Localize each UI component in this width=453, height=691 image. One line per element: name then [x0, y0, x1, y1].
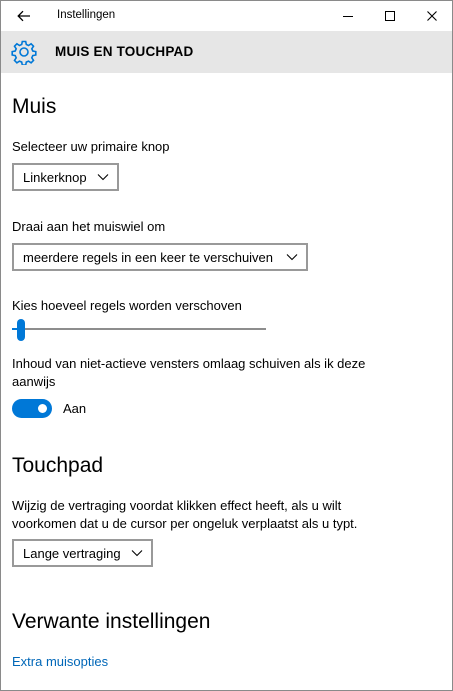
- page-header: MUIS EN TOUCHPAD: [1, 31, 452, 73]
- back-button[interactable]: [7, 4, 41, 28]
- chevron-down-icon: [131, 550, 143, 557]
- primary-button-label: Selecteer uw primaire knop: [12, 139, 170, 154]
- section-heading-related: Verwante instellingen: [12, 610, 211, 633]
- wheel-label: Draai aan het muiswiel om: [12, 219, 166, 234]
- lines-slider-thumb[interactable]: [17, 319, 26, 341]
- extra-mouse-options-link[interactable]: Extra muisopties: [12, 654, 108, 669]
- inactive-scroll-toggle[interactable]: [12, 399, 52, 418]
- wheel-dropdown[interactable]: meerdere regels in een keer te verschuiv…: [12, 243, 308, 271]
- close-icon: [427, 11, 437, 21]
- toggle-knob: [38, 404, 47, 413]
- window-title: Instellingen: [57, 9, 116, 21]
- section-heading-touchpad: Touchpad: [12, 454, 104, 477]
- touchpad-delay-dropdown[interactable]: Lange vertraging: [12, 539, 153, 567]
- primary-button-value: Linkerknop: [23, 169, 87, 185]
- lines-label: Kies hoeveel regels worden verschoven: [12, 298, 242, 313]
- chevron-down-icon: [286, 254, 298, 261]
- maximize-button[interactable]: [367, 1, 413, 31]
- maximize-icon: [385, 11, 395, 21]
- title-bar: Instellingen: [1, 1, 452, 31]
- inactive-scroll-label-line1: Inhoud van niet-actieve vensters omlaag …: [12, 356, 366, 371]
- page-title: MUIS EN TOUCHPAD: [55, 44, 194, 59]
- settings-window: Instellingen MUIS EN TOUCHPAD Muis Selec…: [0, 0, 453, 691]
- minimize-button[interactable]: [325, 1, 371, 31]
- close-button[interactable]: [409, 1, 452, 31]
- touchpad-delay-value: Lange vertraging: [23, 545, 121, 561]
- primary-button-dropdown[interactable]: Linkerknop: [12, 163, 119, 191]
- minimize-icon: [343, 16, 353, 17]
- chevron-down-icon: [97, 174, 109, 181]
- lines-slider-track[interactable]: [12, 328, 266, 330]
- section-heading-muis: Muis: [12, 95, 57, 118]
- wheel-value: meerdere regels in een keer te verschuiv…: [23, 249, 274, 265]
- toggle-state-label: Aan: [63, 401, 87, 416]
- touchpad-description-line1: Wijzig de vertraging voordat klikken eff…: [12, 498, 342, 513]
- inactive-scroll-label-line2: aanwijs: [12, 374, 56, 389]
- touchpad-description-line2: voorkomen dat u de cursor per ongeluk ve…: [12, 516, 358, 531]
- arrow-left-icon: [17, 10, 30, 22]
- gear-icon: [11, 40, 37, 65]
